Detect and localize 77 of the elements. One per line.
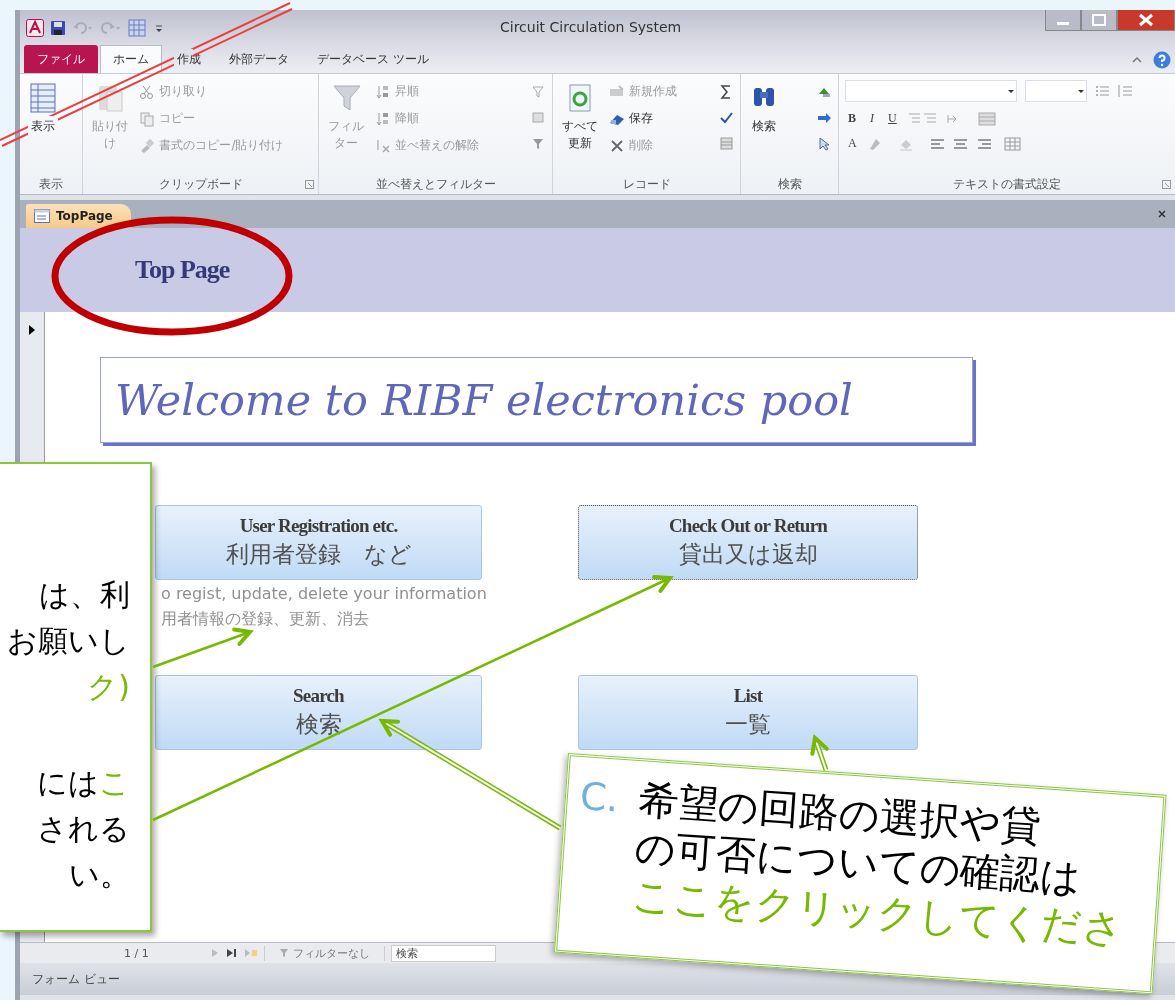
- welcome-banner: Welcome to RIBF electronics pool: [100, 357, 973, 443]
- delete-icon: [609, 137, 626, 154]
- ribbon-button[interactable]: 検索: [747, 80, 781, 174]
- description-text: 用者情報の登録、更新、消去: [161, 609, 370, 630]
- format-button[interactable]: I: [867, 110, 877, 127]
- copy-icon: [139, 110, 156, 127]
- close-icon[interactable]: [1157, 209, 1167, 219]
- window-title: Circuit Circulation System: [500, 19, 682, 35]
- bullets-icon[interactable]: [1095, 84, 1110, 98]
- close-icon[interactable]: [1117, 10, 1175, 31]
- ribbon-tab[interactable]: データベース ツール: [304, 45, 442, 73]
- selection-icon[interactable]: [531, 110, 546, 125]
- more-icon[interactable]: [719, 136, 734, 151]
- spelling-icon[interactable]: [719, 110, 734, 125]
- file-tab[interactable]: ファイル: [24, 45, 98, 73]
- group-label: クリップボード: [158, 177, 243, 191]
- form-title: Top Page: [135, 255, 230, 285]
- clear-sort-icon: [375, 137, 392, 154]
- callout-text: ク): [87, 668, 130, 706]
- menu-button[interactable]: List 一覧: [578, 675, 918, 750]
- menu-button[interactable]: Check Out or Return 貸出又は返却: [578, 505, 918, 580]
- font-name-field[interactable]: [845, 80, 1017, 102]
- list-marker: C.: [577, 773, 621, 823]
- datasheet-icon: [28, 82, 58, 114]
- format-painter-icon: [139, 137, 156, 154]
- numbering-icon[interactable]: [1118, 84, 1133, 98]
- record-selector-icon[interactable]: [28, 324, 36, 336]
- group-label: 検索: [777, 177, 802, 191]
- table-icon[interactable]: [1003, 136, 1022, 151]
- document-tab[interactable]: TopPage: [26, 204, 131, 228]
- app-icon[interactable]: [26, 19, 44, 37]
- last-record-icon[interactable]: [226, 948, 238, 958]
- callout-text: は、利: [39, 576, 130, 614]
- group-label: 表示: [39, 177, 63, 191]
- indent-icon[interactable]: [907, 111, 938, 126]
- callout-text: にはこ: [37, 764, 130, 802]
- form-icon: [34, 209, 50, 223]
- group-label: レコード: [622, 177, 671, 191]
- minimize-icon[interactable]: [1045, 10, 1081, 31]
- filter-icon: [279, 948, 289, 958]
- scissors-icon: [139, 83, 156, 100]
- filter-icon: [331, 82, 362, 114]
- dialog-launcher-icon[interactable]: [305, 180, 314, 189]
- format-button[interactable]: U: [885, 110, 900, 127]
- callout-text: い。: [69, 856, 130, 894]
- ribbon-tab[interactable]: 作成: [164, 45, 214, 73]
- callout-text: お願いし: [7, 622, 130, 660]
- select-icon[interactable]: [817, 136, 832, 151]
- next-record-icon[interactable]: [210, 948, 220, 958]
- filter-button[interactable]: フィルターなし: [264, 945, 385, 961]
- redo-icon[interactable]: [100, 20, 122, 36]
- menu-button[interactable]: Search 検索: [155, 675, 482, 750]
- filter-options-icon[interactable]: [531, 84, 546, 99]
- group-label: 並べ替えとフィルター: [375, 177, 496, 191]
- help-icon[interactable]: [1153, 50, 1171, 69]
- status-text: フォーム ビュー: [32, 970, 120, 988]
- ribbon-button[interactable]: 保存: [607, 107, 680, 130]
- ribbon-tab[interactable]: ホーム: [100, 45, 162, 73]
- dialog-launcher-icon[interactable]: [1162, 180, 1171, 189]
- ribbon-button[interactable]: 表示: [26, 80, 60, 174]
- maximize-icon[interactable]: [1081, 10, 1117, 31]
- menu-button[interactable]: User Registration etc. 利用者登録 など: [155, 505, 482, 580]
- font-color-button[interactable]: A: [845, 135, 860, 152]
- arrow: [810, 734, 829, 771]
- ribbon-button[interactable]: すべて更新: [559, 80, 602, 174]
- font-size-field[interactable]: [1025, 80, 1087, 102]
- callout-text: される: [37, 810, 130, 848]
- ribbon-tab[interactable]: 外部データ: [216, 45, 302, 73]
- grid-icon[interactable]: [128, 19, 148, 37]
- undo-icon[interactable]: [72, 20, 94, 36]
- record-counter: 1 / 1: [123, 946, 150, 960]
- search-field[interactable]: 検索: [391, 944, 496, 962]
- save-icon[interactable]: [50, 20, 66, 36]
- format-button[interactable]: B: [845, 110, 859, 127]
- group-label: テキストの書式設定: [953, 177, 1061, 191]
- minimize-ribbon-icon[interactable]: [1131, 54, 1143, 65]
- toggle-filter-icon[interactable]: [531, 136, 546, 151]
